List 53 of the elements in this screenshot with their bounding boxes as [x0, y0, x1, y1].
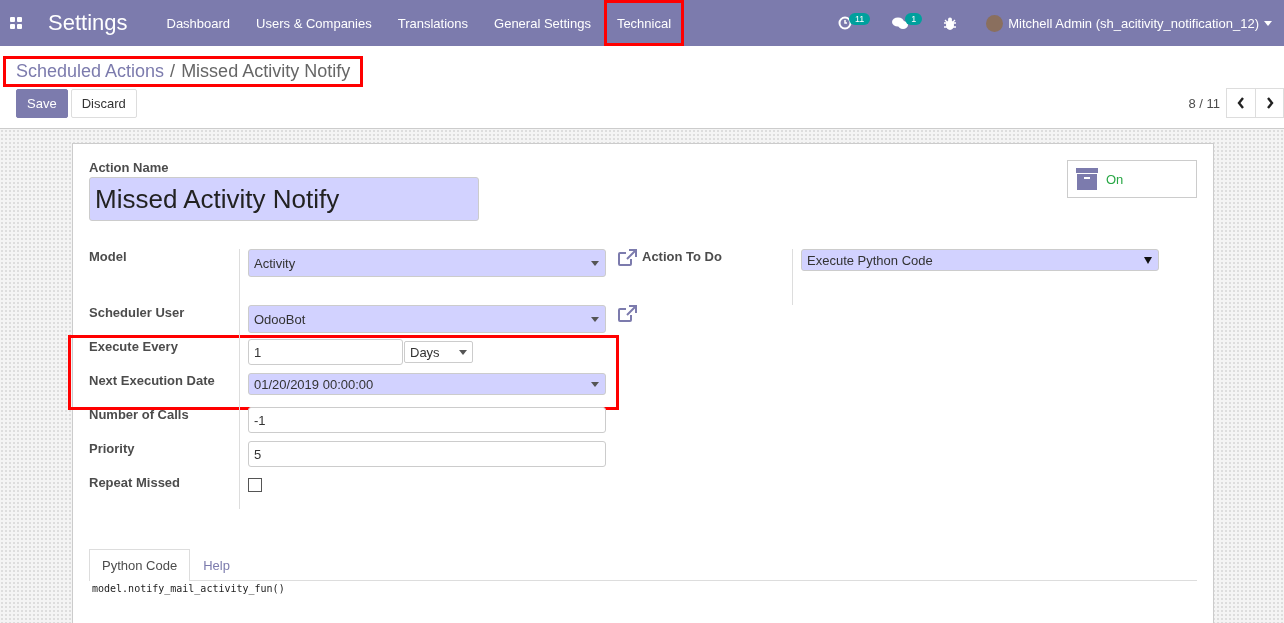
caret-icon [591, 316, 599, 322]
save-button[interactable]: Save [16, 88, 68, 118]
caret-icon [1264, 20, 1272, 26]
breadcrumb-link[interactable]: Scheduled Actions [16, 61, 165, 82]
name-input[interactable]: Missed Activity Notify [89, 177, 479, 221]
tab[interactable]: Help [190, 549, 243, 581]
field-label: Action Name [89, 160, 170, 175]
text-input[interactable]: 5 [248, 441, 606, 467]
count-badge: 1 [905, 13, 923, 25]
caret-icon [1144, 256, 1152, 264]
menu-item[interactable]: Dashboard [153, 0, 244, 46]
menu-item[interactable]: General Settings [481, 0, 604, 46]
menu-item[interactable]: Translations [384, 0, 482, 46]
discard-button[interactable]: Discard [70, 88, 137, 118]
model-select[interactable]: Activity [248, 249, 606, 277]
pager-counter: 8 / 11 [1188, 95, 1220, 111]
user-menu[interactable]: Mitchell Admin (sh_acitivity_notification_12) [986, 14, 1272, 32]
text-input[interactable]: -1 [248, 407, 606, 433]
chevron-right-icon [1265, 97, 1274, 109]
caret-icon [591, 381, 599, 387]
external-link-icon[interactable] [617, 305, 637, 323]
count-badge: 11 [848, 13, 871, 25]
field-label: Scheduler User [89, 305, 185, 320]
field-label: Priority [89, 441, 135, 456]
app-title: Settings [48, 10, 128, 36]
chevron-left-icon [1237, 97, 1245, 109]
field-label: Repeat Missed [89, 475, 181, 490]
bug-icon[interactable] [944, 16, 957, 30]
caret-icon [459, 349, 467, 355]
date-field[interactable]: 01/20/2019 00:00:00 [248, 373, 606, 395]
code-editor[interactable]: model.notify_mail_activity_fun() [92, 583, 1197, 594]
unit-select[interactable]: Days [404, 341, 473, 363]
field-label: Action To Do [642, 249, 722, 264]
breadcrumb-current: Missed Activity Notify [181, 61, 351, 82]
field-label: Next Execution Date [89, 373, 215, 388]
breadcrumb-separator: / [170, 61, 176, 82]
caret-icon [591, 260, 599, 266]
tab[interactable]: Python Code [89, 549, 191, 581]
field-label: Model [89, 249, 127, 264]
menu-item[interactable]: Users & Companies [243, 0, 385, 46]
chat-icon[interactable] [892, 16, 909, 30]
menu-item[interactable]: Technical [603, 0, 685, 46]
field-label: Number of Calls [89, 407, 189, 422]
clock-icon[interactable] [837, 16, 852, 30]
user-select[interactable]: OdooBot [248, 305, 606, 333]
apps-menu-icon[interactable] [10, 17, 22, 29]
field-label: Execute Every [89, 339, 178, 354]
archive-box-icon [1076, 168, 1098, 190]
action-select[interactable]: Execute Python Code [801, 249, 1159, 271]
avatar [986, 14, 1004, 32]
interval-input[interactable]: 1 [248, 339, 403, 365]
checkbox[interactable] [248, 478, 262, 492]
external-link-icon[interactable] [617, 249, 637, 267]
